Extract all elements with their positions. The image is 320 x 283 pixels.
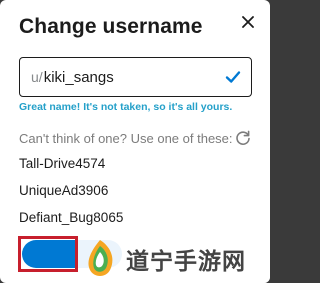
- close-button[interactable]: [236, 10, 260, 34]
- watermark-logo-icon: [88, 240, 113, 276]
- checkmark-icon: [225, 71, 241, 83]
- dialog-title: Change username: [19, 15, 203, 38]
- username-input[interactable]: u/ kiki_sangs: [19, 57, 252, 97]
- suggestions-heading: Can't think of one? Use one of these:: [19, 131, 233, 146]
- suggestion-item[interactable]: UniqueAd3906: [19, 183, 108, 198]
- suggestion-item[interactable]: Tall-Drive4574: [19, 156, 105, 171]
- availability-message: Great name! It's not taken, so it's all …: [19, 101, 233, 113]
- username-prefix: u/: [31, 69, 43, 85]
- suggestion-item[interactable]: Defiant_Bug8065: [19, 210, 123, 225]
- close-icon: [242, 16, 254, 28]
- refresh-suggestions-button[interactable]: [234, 129, 252, 147]
- change-username-dialog: Change username u/ kiki_sangs Great name…: [0, 0, 270, 283]
- highlight-box: [18, 236, 78, 272]
- refresh-icon: [236, 130, 250, 145]
- username-value: kiki_sangs: [43, 68, 114, 86]
- watermark-text: 道宁手游网: [126, 249, 246, 275]
